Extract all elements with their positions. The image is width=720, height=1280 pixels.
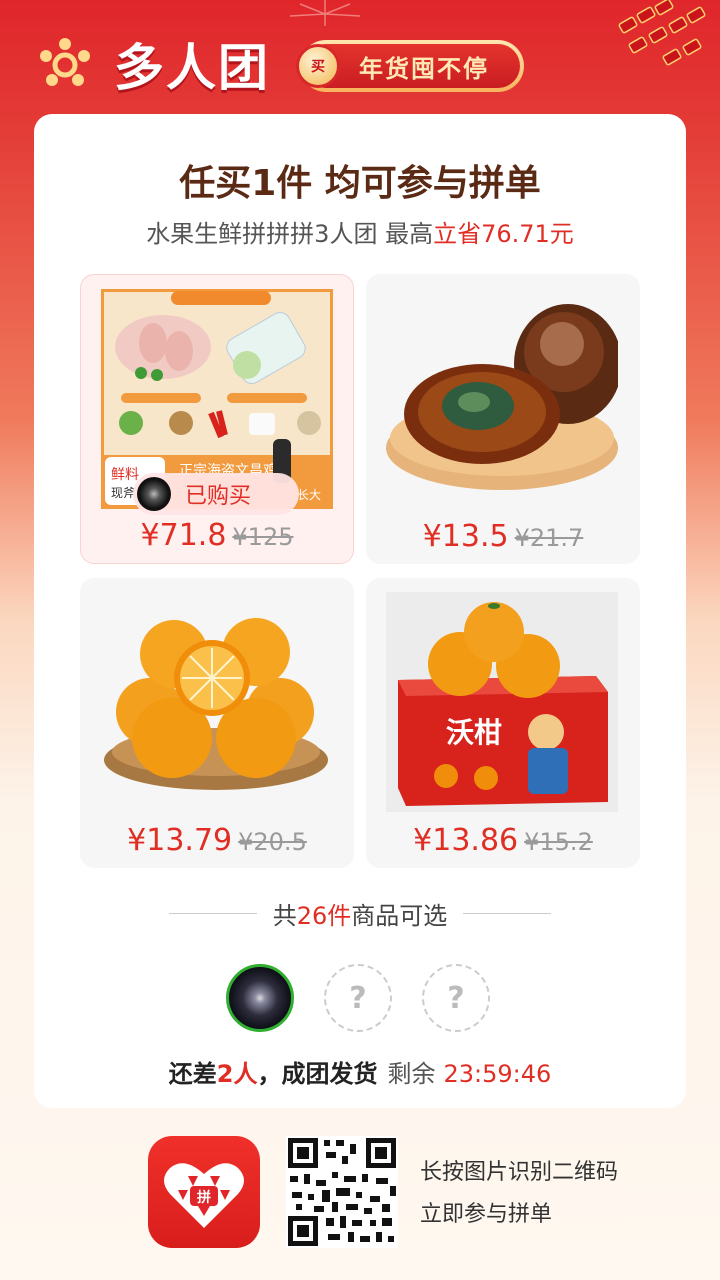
divider-left bbox=[168, 912, 257, 914]
svg-text:鲜料: 鲜料 bbox=[111, 467, 139, 483]
preserved-eggs-image bbox=[386, 304, 618, 490]
header: 多人团 年货囤不停 买 bbox=[0, 0, 720, 110]
firework-icon bbox=[289, 0, 361, 26]
svg-text:沃柑: 沃柑 bbox=[446, 716, 502, 749]
promo-banner: 年货囤不停 买 bbox=[296, 40, 524, 92]
remaining-count: 2人 bbox=[216, 1060, 258, 1088]
member-avatar bbox=[226, 964, 294, 1032]
firecracker-icon bbox=[618, 0, 706, 66]
product-card-tangerines[interactable]: 沃柑 ¥13.86 ¥15.2 bbox=[366, 578, 640, 868]
product-card-eggs[interactable]: ¥13.5 ¥21.7 bbox=[366, 274, 640, 564]
promo-badge: 买 bbox=[296, 44, 340, 88]
divider-right bbox=[463, 912, 552, 914]
time-left-label: 剩余 bbox=[387, 1060, 436, 1088]
brand-title: 多人团 bbox=[114, 39, 270, 97]
price: ¥71.8 bbox=[140, 518, 227, 553]
oranges-image bbox=[104, 618, 328, 790]
countdown-timer: 23:59:46 bbox=[443, 1060, 552, 1088]
bought-badge: 已购买 bbox=[133, 473, 299, 515]
price-row: ¥71.8 ¥125 bbox=[81, 518, 353, 553]
bought-label: 已购买 bbox=[185, 484, 252, 509]
product-card-oranges[interactable]: ¥13.79 ¥20.5 bbox=[80, 578, 354, 868]
footer-line-1: 长按图片识别二维码 bbox=[420, 1160, 619, 1185]
product-card-chicken[interactable]: 鲜料 现斧 正宗海盗文昌鸡 长大 已购买 ¥71.8 ¥125 bbox=[80, 274, 354, 564]
footer-instructions: 长按图片识别二维码 立即参与拼单 bbox=[420, 1152, 618, 1236]
buyer-avatar bbox=[137, 477, 171, 511]
empty-slot[interactable]: ? bbox=[422, 964, 490, 1032]
original-price: ¥125 bbox=[232, 523, 294, 551]
price: ¥13.86 bbox=[413, 823, 519, 858]
price-row: ¥13.5 ¥21.7 bbox=[366, 519, 640, 554]
tangerines-box-image: 沃柑 bbox=[386, 592, 618, 812]
card-subtitle: 水果生鲜拼拼拼3人团 最高立省76.71元 bbox=[34, 214, 686, 249]
original-price: ¥21.7 bbox=[514, 524, 584, 552]
savings-highlight: 立省76.71元 bbox=[433, 220, 574, 248]
svg-text:长大: 长大 bbox=[297, 488, 321, 502]
selection-count[interactable]: 共26件商品可选 bbox=[273, 896, 448, 931]
brand-logo-icon bbox=[40, 38, 90, 86]
card-title: 任买1件 均可参与拼单 bbox=[179, 163, 541, 204]
selection-suffix: 商品可选 bbox=[351, 901, 448, 930]
price-row: ¥13.86 ¥15.2 bbox=[366, 823, 640, 858]
footer-line-2: 立即参与拼单 bbox=[420, 1202, 553, 1227]
selection-number: 26件 bbox=[296, 901, 352, 930]
group-buy-card: 任买1件 均可参与拼单 水果生鲜拼拼拼3人团 最高立省76.71元 鲜料 现斧 bbox=[34, 114, 686, 1108]
subtitle-prefix: 水果生鲜拼拼拼3人团 最高 bbox=[146, 220, 434, 248]
original-price: ¥15.2 bbox=[524, 828, 593, 856]
price: ¥13.79 bbox=[127, 823, 233, 858]
selection-prefix: 共 bbox=[272, 901, 297, 930]
svg-text:现斧: 现斧 bbox=[111, 486, 135, 500]
price-row: ¥13.79 ¥20.5 bbox=[80, 823, 354, 858]
original-price: ¥20.5 bbox=[238, 828, 307, 856]
group-members: ? ? bbox=[226, 964, 506, 1034]
selection-count-row: 共26件商品可选 bbox=[34, 896, 686, 931]
empty-slot[interactable]: ? bbox=[324, 964, 392, 1032]
price: ¥13.5 bbox=[422, 519, 509, 554]
status-message: 还差2人，成团发货 bbox=[169, 1060, 378, 1088]
pinduoduo-app-icon: 拼 bbox=[148, 1136, 260, 1248]
status-prefix: 还差 bbox=[168, 1060, 217, 1088]
group-status: 还差2人，成团发货 剩余 23:59:46 bbox=[34, 1054, 686, 1089]
promo-text: 年货囤不停 bbox=[359, 54, 489, 83]
qr-code-icon bbox=[286, 1136, 398, 1248]
svg-text:拼: 拼 bbox=[197, 1189, 211, 1206]
status-suffix: ，成团发货 bbox=[257, 1060, 378, 1088]
